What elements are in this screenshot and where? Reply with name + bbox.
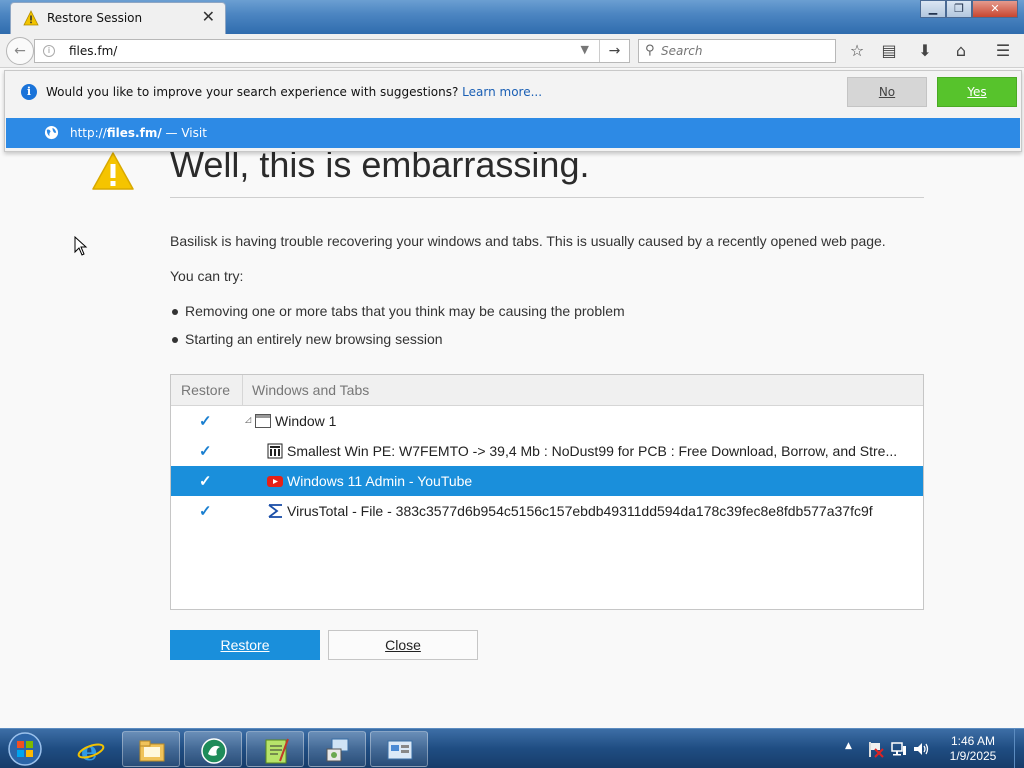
network-icon[interactable] — [890, 740, 908, 758]
search-input[interactable] — [661, 41, 831, 61]
bullet-item: Starting an entirely new browsing sessio… — [172, 331, 443, 347]
control-panel-icon — [387, 740, 413, 760]
page-content: Well, this is embarrassing. Basilisk is … — [0, 68, 1024, 728]
archive-favicon-icon — [267, 443, 283, 459]
divider — [170, 197, 924, 198]
description-text: Basilisk is having trouble recovering yo… — [170, 233, 886, 249]
expand-twisty-icon[interactable]: ◿ — [245, 415, 251, 424]
title-bar: Restore Session ✕ ▁ ❐ ✕ — [0, 0, 1024, 34]
home-icon[interactable]: ⌂ — [950, 40, 972, 62]
notepad-plus-taskbar-button[interactable] — [246, 731, 304, 767]
maximize-button[interactable]: ❐ — [946, 0, 972, 18]
column-header-windows[interactable]: Windows and Tabs — [252, 375, 369, 405]
suggestion-prompt: Would you like to improve your search ex… — [46, 85, 543, 99]
mouse-cursor-icon — [74, 236, 88, 256]
column-header-restore[interactable]: Restore — [171, 375, 243, 405]
navigation-toolbar: ← i files.fm/ ▼ → ⚲ ☆ ▤ ⬇ ⌂ ☰ — [0, 34, 1024, 68]
no-button[interactable]: No — [847, 77, 927, 107]
back-button[interactable]: ← — [6, 37, 34, 65]
windows-start-icon[interactable] — [4, 730, 46, 768]
row-label: VirusTotal - File - 383c3577d6b954c5156c… — [287, 503, 873, 519]
minimize-button[interactable]: ▁ — [920, 0, 946, 18]
tree-row-tab-selected[interactable]: ✓ Windows 11 Admin - YouTube — [171, 466, 923, 496]
bookmarks-list-icon[interactable]: ▤ — [878, 40, 900, 62]
row-label: Windows 11 Admin - YouTube — [287, 473, 473, 489]
session-tree[interactable]: Restore Windows and Tabs ✓ ◿ Window 1 ✓ … — [170, 374, 924, 610]
show-desktop-button[interactable] — [1014, 729, 1024, 768]
clock-time: 1:46 AM — [950, 734, 996, 748]
url-text[interactable]: files.fm/ — [69, 44, 117, 58]
youtube-favicon-icon — [267, 476, 283, 487]
search-suggestions-popup: i Would you like to improve your search … — [4, 70, 1022, 152]
taskbar: e ▲ 1:46 AM 1/9/2025 — [0, 728, 1024, 768]
globe-icon — [44, 125, 59, 140]
checkbox-checked-icon[interactable]: ✓ — [199, 412, 212, 430]
system-clock[interactable]: 1:46 AM 1/9/2025 — [934, 734, 1012, 764]
tab-title: Restore Session — [47, 11, 143, 25]
search-bar[interactable]: ⚲ — [638, 39, 836, 63]
action-center-flag-icon[interactable] — [866, 740, 884, 758]
warning-icon — [92, 152, 134, 190]
learn-more-link[interactable]: Learn more... — [462, 85, 542, 99]
installer-taskbar-button[interactable] — [308, 731, 366, 767]
site-info-icon[interactable]: i — [43, 45, 55, 57]
checkbox-checked-icon[interactable]: ✓ — [199, 442, 212, 460]
tree-row-tab[interactable]: ✓ VirusTotal - File - 383c3577d6b954c515… — [171, 496, 923, 526]
yes-button[interactable]: Yes — [937, 77, 1017, 107]
url-bar[interactable]: i files.fm/ ▼ → — [34, 39, 630, 63]
basilisk-taskbar-button[interactable] — [184, 731, 242, 767]
url-dropdown-icon[interactable]: ▼ — [581, 43, 589, 56]
bullet-item: Removing one or more tabs that you think… — [172, 303, 625, 319]
tab-restore-session[interactable]: Restore Session ✕ — [10, 2, 226, 34]
warning-icon — [23, 10, 39, 26]
virustotal-favicon-icon — [268, 504, 282, 518]
visit-url-suggestion[interactable]: http://files.fm/ — Visit — [6, 118, 1020, 148]
checkbox-checked-icon[interactable]: ✓ — [199, 502, 212, 520]
file-explorer-taskbar-button[interactable] — [122, 731, 180, 767]
restore-button[interactable]: Restore — [170, 630, 320, 660]
menu-icon[interactable]: ☰ — [992, 40, 1014, 62]
notepad-plus-icon — [265, 738, 289, 764]
row-label: Window 1 — [275, 413, 337, 429]
tab-close-icon[interactable]: ✕ — [202, 9, 215, 25]
go-arrow-icon[interactable]: → — [599, 40, 629, 62]
window-controls: ▁ ❐ ✕ — [920, 0, 1018, 18]
internet-explorer-icon: e — [77, 737, 105, 764]
show-hidden-icons-icon[interactable]: ▲ — [845, 741, 852, 751]
downloads-icon[interactable]: ⬇ — [914, 40, 936, 62]
info-icon: i — [21, 84, 37, 100]
basilisk-icon — [201, 738, 227, 764]
close-button[interactable]: Close — [328, 630, 478, 660]
close-window-button[interactable]: ✕ — [972, 0, 1018, 18]
tree-header: Restore Windows and Tabs — [171, 375, 923, 406]
volume-icon[interactable] — [912, 740, 930, 758]
visit-url-text: http://files.fm/ — Visit — [70, 126, 207, 140]
search-icon: ⚲ — [645, 43, 655, 58]
row-label: Smallest Win PE: W7FEMTO -> 39,4 Mb : No… — [287, 443, 898, 459]
installer-icon — [326, 738, 349, 762]
clock-date: 1/9/2025 — [949, 749, 997, 763]
tree-row-tab[interactable]: ✓ Smallest Win PE: W7FEMTO -> 39,4 Mb : … — [171, 436, 923, 466]
internet-explorer-taskbar-button[interactable]: e — [62, 731, 120, 767]
folder-icon — [139, 740, 165, 762]
svg-text:e: e — [81, 737, 98, 764]
checkbox-checked-icon[interactable]: ✓ — [199, 472, 212, 490]
tree-row-window[interactable]: ✓ ◿ Window 1 — [171, 406, 923, 436]
bookmark-star-icon[interactable]: ☆ — [846, 40, 868, 62]
control-panel-taskbar-button[interactable] — [370, 731, 428, 767]
you-can-try-text: You can try: — [170, 268, 244, 284]
window-icon — [255, 414, 271, 428]
